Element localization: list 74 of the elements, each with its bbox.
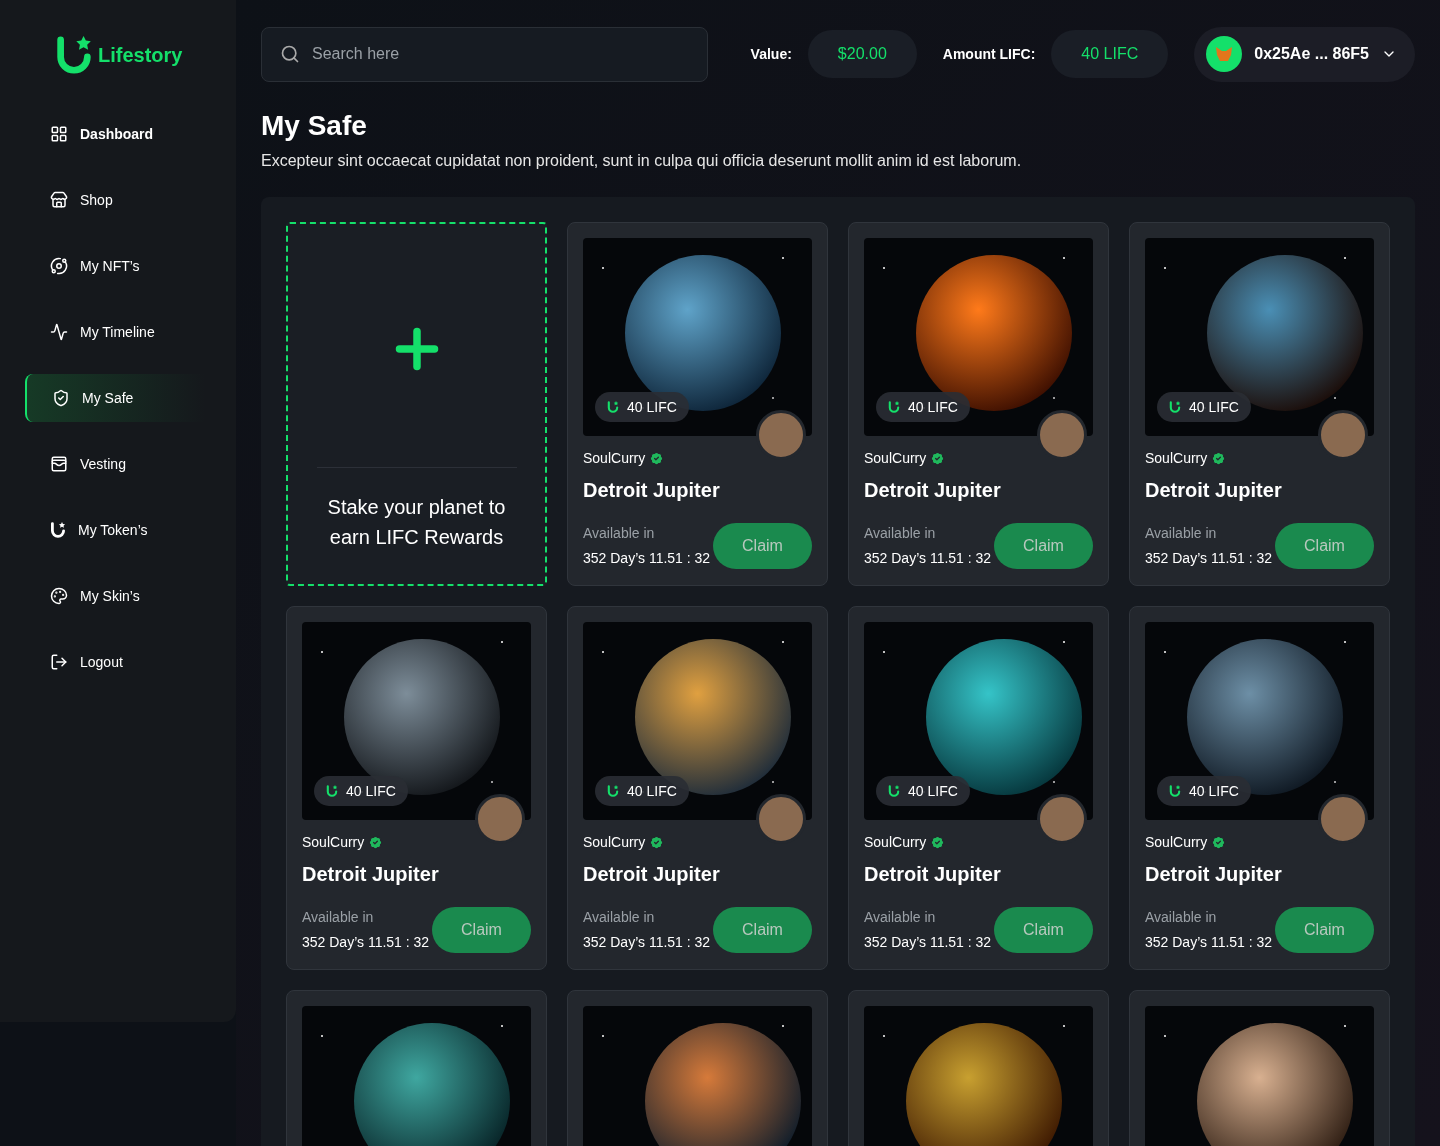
nav-icon xyxy=(50,125,68,143)
available-label: Available in xyxy=(864,908,937,927)
creator-name: SoulCurry xyxy=(583,449,646,468)
sidebar-item[interactable]: Logout xyxy=(25,638,205,686)
stat-label: Value: xyxy=(750,44,792,64)
token-icon xyxy=(888,400,900,414)
token-icon xyxy=(54,34,94,76)
sidebar-item[interactable]: Shop xyxy=(25,176,205,224)
token-icon xyxy=(50,521,66,539)
available-label: Available in xyxy=(1145,524,1218,543)
token-icon xyxy=(1169,784,1181,798)
stat-value: $20.00 xyxy=(807,30,917,78)
nft-title: Detroit Jupiter xyxy=(1145,862,1283,887)
countdown: 352 Day’s 11.51 : 32 xyxy=(583,933,711,952)
search-field[interactable]: Search here xyxy=(261,26,708,82)
sidebar-item[interactable]: My NFT’s xyxy=(25,242,205,290)
nft-title: Detroit Jupiter xyxy=(864,862,1002,887)
nav-icon xyxy=(50,323,68,341)
price-badge: 40 LIFC xyxy=(314,776,408,806)
countdown: 352 Day’s 11.51 : 32 xyxy=(1145,933,1273,952)
nft-title: Detroit Jupiter xyxy=(302,862,440,887)
sidebar-item[interactable]: My Timeline xyxy=(25,308,205,356)
nft-title: Detroit Jupiter xyxy=(864,478,1002,503)
wallet-button[interactable]: 0x25Ae ... 86F5 xyxy=(1194,26,1415,82)
sidebar-item[interactable]: My Token’s xyxy=(25,506,205,554)
creator-name: SoulCurry xyxy=(1145,833,1208,852)
price-badge: 40 LIFC xyxy=(1157,776,1251,806)
available-label: Available in xyxy=(583,524,656,543)
nft-title: Detroit Jupiter xyxy=(1145,478,1283,503)
available-label: Available in xyxy=(864,524,937,543)
countdown: 352 Day’s 11.51 : 32 xyxy=(583,549,711,568)
sidebar-item[interactable]: Dashboard xyxy=(25,110,205,158)
token-icon xyxy=(607,400,619,414)
add-card-text: Stake your planet to earn LIFC Rewards xyxy=(326,495,507,550)
available-label: Available in xyxy=(302,908,375,927)
price-badge: 40 LIFC xyxy=(595,776,689,806)
countdown: 352 Day’s 11.51 : 32 xyxy=(864,933,992,952)
nav-icon xyxy=(50,455,68,473)
available-label: Available in xyxy=(583,908,656,927)
add-card[interactable]: Stake your planet to earn LIFC Rewards xyxy=(286,222,547,586)
fox-icon xyxy=(1206,36,1243,72)
nft-title: Detroit Jupiter xyxy=(583,478,721,503)
countdown: 352 Day’s 11.51 : 32 xyxy=(1145,549,1273,568)
nav-icon xyxy=(50,257,68,275)
token-icon xyxy=(888,784,900,798)
stat-value: 40 LIFC xyxy=(1051,30,1169,78)
price-badge: 40 LIFC xyxy=(876,392,970,422)
available-label: Available in xyxy=(1145,908,1218,927)
nav-icon xyxy=(50,587,68,605)
token-icon xyxy=(607,784,619,798)
search-input[interactable]: Search here xyxy=(312,42,689,66)
page-title: My Safe xyxy=(261,109,368,143)
page-description: Excepteur sint occaecat cupidatat non proident, sunt in culpa qui officia deserunt mollit anim id est laborum. xyxy=(261,151,1023,171)
creator-name: SoulCurry xyxy=(864,449,927,468)
price-badge: 40 LIFC xyxy=(876,776,970,806)
nav-icon xyxy=(50,653,68,671)
stat-label: Amount LIFC: xyxy=(942,44,1036,64)
countdown: 352 Day’s 11.51 : 32 xyxy=(864,549,992,568)
creator-name: SoulCurry xyxy=(302,833,365,852)
sidebar-item[interactable]: Vesting xyxy=(25,440,205,488)
nav-icon xyxy=(52,389,70,407)
price-badge: 40 LIFC xyxy=(1157,392,1251,422)
token-icon xyxy=(1169,400,1181,414)
search-icon xyxy=(280,44,300,64)
creator-name: SoulCurry xyxy=(864,833,927,852)
price-badge: 40 LIFC xyxy=(595,392,689,422)
nav-icon xyxy=(50,191,68,209)
brand-name: Lifestory xyxy=(98,43,183,68)
token-icon xyxy=(326,784,338,798)
sidebar-item[interactable]: My Skin’s xyxy=(25,572,205,620)
countdown: 352 Day’s 11.51 : 32 xyxy=(302,933,430,952)
nft-title: Detroit Jupiter xyxy=(583,862,721,887)
creator-name: SoulCurry xyxy=(583,833,646,852)
creator-name: SoulCurry xyxy=(1145,449,1208,468)
